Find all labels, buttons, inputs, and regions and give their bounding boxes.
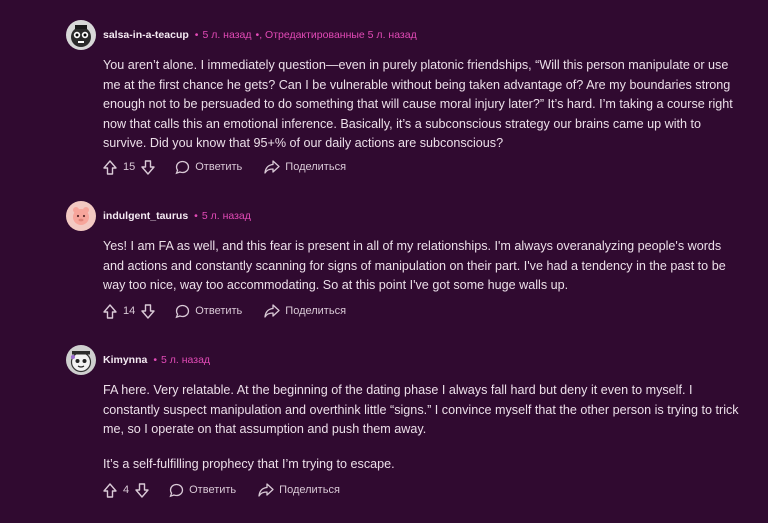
share-button[interactable]: Поделиться xyxy=(258,483,340,497)
downvote-icon xyxy=(141,159,155,175)
comment-author[interactable]: salsa-in-a-teacup xyxy=(103,29,189,41)
upvote-button[interactable] xyxy=(103,303,117,319)
edited-label: , Отредактированные 5 л. назад xyxy=(259,29,417,41)
comment-paragraph: Yes! I am FA as well, and this fear is p… xyxy=(103,239,726,292)
comment-timestamp[interactable]: 5 л. назад xyxy=(202,210,251,222)
comment-header: salsa-in-a-teacup • 5 л. назад • , Отред… xyxy=(66,20,417,50)
avatar[interactable] xyxy=(66,345,96,375)
vote-count: 14 xyxy=(123,305,136,317)
share-button[interactable]: Поделиться xyxy=(264,160,346,174)
comment-timestamp[interactable]: 5 л. назад xyxy=(202,29,251,41)
vote-count: 15 xyxy=(123,161,136,173)
share-label: Поделиться xyxy=(285,305,347,317)
reply-button[interactable]: Ответить xyxy=(169,483,236,498)
upvote-icon xyxy=(103,159,117,175)
comment-actions: 14 Ответить Поделиться xyxy=(103,302,346,320)
comment-paragraph: FA here. Very relatable. At the beginnin… xyxy=(103,383,739,436)
reply-button[interactable]: Ответить xyxy=(175,304,242,319)
share-label: Поделиться xyxy=(285,161,347,173)
avatar[interactable] xyxy=(66,20,96,50)
downvote-button[interactable] xyxy=(141,303,155,319)
dot-separator: • xyxy=(194,29,199,41)
share-label: Поделиться xyxy=(279,484,340,496)
downvote-button[interactable] xyxy=(141,159,155,175)
comment-timestamp[interactable]: 5 л. назад xyxy=(161,354,210,366)
share-button[interactable]: Поделиться xyxy=(264,304,346,318)
comment-icon xyxy=(175,160,190,175)
comment-icon xyxy=(169,483,184,498)
dot-separator: • xyxy=(153,354,158,366)
downvote-button[interactable] xyxy=(135,482,149,498)
comment-body: FA here. Very relatable. At the beginnin… xyxy=(103,381,743,474)
comment-author[interactable]: Kimynna xyxy=(103,354,147,366)
share-icon xyxy=(264,160,280,174)
share-icon xyxy=(264,304,280,318)
comment-actions: 15 Ответить Поделиться xyxy=(103,158,346,176)
comment-body: You aren’t alone. I immediately question… xyxy=(103,56,743,154)
comment-paragraph: It’s a self-fulfilling prophecy that I’m… xyxy=(103,456,395,471)
dot-separator: • xyxy=(194,210,198,222)
reply-label: Ответить xyxy=(189,484,237,496)
comment-header: Kimynna • 5 л. назад xyxy=(66,345,210,375)
upvote-button[interactable] xyxy=(103,159,117,175)
comment-icon xyxy=(175,304,190,319)
downvote-icon xyxy=(141,303,155,319)
comment-header: indulgent_taurus • 5 л. назад xyxy=(66,201,251,231)
comment-actions: 4 Ответить Поделиться xyxy=(103,481,340,499)
upvote-icon xyxy=(103,482,117,498)
comment-paragraph: You aren’t alone. I immediately question… xyxy=(103,58,733,150)
comment-author[interactable]: indulgent_taurus xyxy=(103,210,188,222)
upvote-icon xyxy=(103,303,117,319)
downvote-icon xyxy=(135,482,149,498)
upvote-button[interactable] xyxy=(103,482,117,498)
reply-button[interactable]: Ответить xyxy=(175,160,242,175)
comment-body: Yes! I am FA as well, and this fear is p… xyxy=(103,237,743,296)
avatar[interactable] xyxy=(66,201,96,231)
vote-count: 4 xyxy=(123,484,130,496)
reply-label: Ответить xyxy=(195,161,243,173)
reply-label: Ответить xyxy=(195,305,243,317)
share-icon xyxy=(258,483,274,497)
